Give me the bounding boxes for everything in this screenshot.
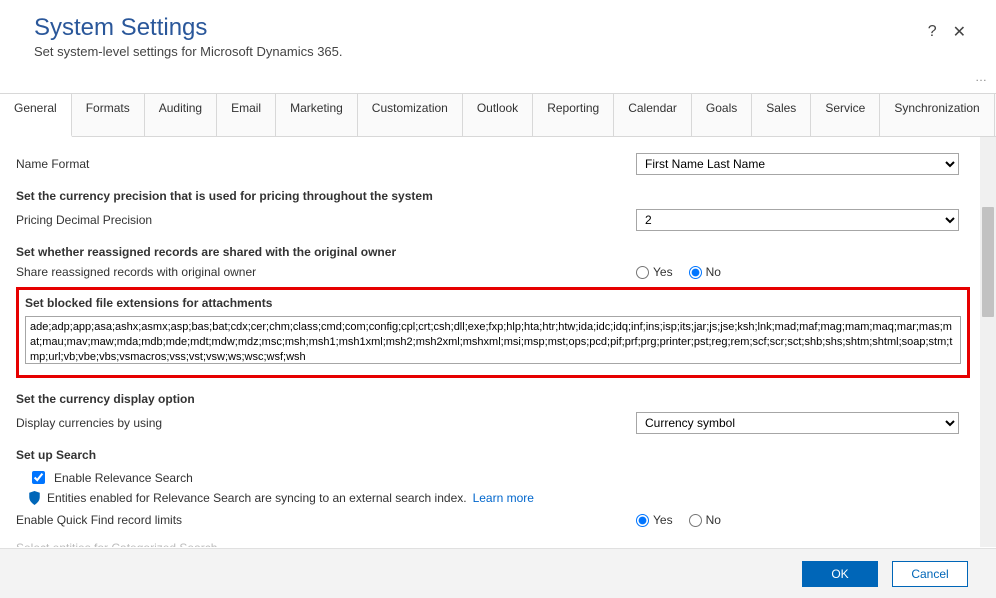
- no-label: No: [706, 513, 721, 527]
- tab-sales[interactable]: Sales: [752, 94, 811, 136]
- tab-customization[interactable]: Customization: [358, 94, 463, 136]
- name-format-select[interactable]: First Name Last Name: [636, 153, 959, 175]
- yes-label: Yes: [653, 265, 673, 279]
- tab-marketing[interactable]: Marketing: [276, 94, 358, 136]
- tab-auditing[interactable]: Auditing: [145, 94, 217, 136]
- learn-more-link[interactable]: Learn more: [473, 491, 534, 505]
- share-reassigned-no-radio[interactable]: [689, 266, 702, 279]
- tab-email[interactable]: Email: [217, 94, 276, 136]
- scrollbar[interactable]: [980, 137, 996, 547]
- no-label: No: [706, 265, 721, 279]
- relevance-info-text: Entities enabled for Relevance Search ar…: [47, 491, 467, 505]
- shield-icon: [28, 491, 41, 505]
- enable-relevance-checkbox[interactable]: [32, 471, 45, 484]
- tab-synchronization[interactable]: Synchronization: [880, 94, 994, 136]
- search-heading: Set up Search: [16, 448, 970, 462]
- enable-relevance-label: Enable Relevance Search: [54, 471, 193, 485]
- overflow-icon[interactable]: …: [975, 70, 988, 84]
- share-reassigned-radios: Yes No: [636, 265, 721, 279]
- quick-find-no-radio[interactable]: [689, 514, 702, 527]
- quick-find-yes-radio[interactable]: [636, 514, 649, 527]
- footer: OK Cancel: [0, 548, 996, 598]
- page-subtitle: Set system-level settings for Microsoft …: [34, 44, 962, 59]
- blocked-extensions-highlight: Set blocked file extensions for attachme…: [16, 287, 970, 378]
- pricing-decimal-select[interactable]: 2: [636, 209, 959, 231]
- quick-find-label: Enable Quick Find record limits: [16, 513, 636, 527]
- scroll-thumb[interactable]: [982, 207, 994, 317]
- cancel-button[interactable]: Cancel: [892, 561, 968, 587]
- blocked-extensions-heading: Set blocked file extensions for attachme…: [25, 296, 961, 310]
- currency-precision-heading: Set the currency precision that is used …: [16, 189, 970, 203]
- tab-goals[interactable]: Goals: [692, 94, 752, 136]
- name-format-label: Name Format: [16, 157, 636, 171]
- close-icon[interactable]: ✕: [953, 22, 966, 42]
- share-reassigned-label: Share reassigned records with original o…: [16, 265, 636, 279]
- page-title: System Settings: [34, 14, 962, 42]
- tab-reporting[interactable]: Reporting: [533, 94, 614, 136]
- reassigned-heading: Set whether reassigned records are share…: [16, 245, 970, 259]
- tab-calendar[interactable]: Calendar: [614, 94, 692, 136]
- ok-button[interactable]: OK: [802, 561, 878, 587]
- yes-label: Yes: [653, 513, 673, 527]
- tab-outlook[interactable]: Outlook: [463, 94, 533, 136]
- content-area: Name Format First Name Last Name Set the…: [0, 137, 996, 547]
- help-icon[interactable]: ?: [928, 23, 937, 41]
- currency-display-heading: Set the currency display option: [16, 392, 970, 406]
- display-currencies-label: Display currencies by using: [16, 416, 636, 430]
- blocked-extensions-input[interactable]: [25, 316, 961, 364]
- tab-service[interactable]: Service: [811, 94, 880, 136]
- tab-formats[interactable]: Formats: [72, 94, 145, 136]
- quick-find-radios: Yes No: [636, 513, 721, 527]
- pricing-decimal-label: Pricing Decimal Precision: [16, 213, 636, 227]
- share-reassigned-yes-radio[interactable]: [636, 266, 649, 279]
- tab-general[interactable]: General: [0, 94, 72, 137]
- tabs-bar: GeneralFormatsAuditingEmailMarketingCust…: [0, 93, 996, 137]
- display-currencies-select[interactable]: Currency symbol: [636, 412, 959, 434]
- cutoff-row-label: Select entities for Categorized Search: [16, 541, 970, 547]
